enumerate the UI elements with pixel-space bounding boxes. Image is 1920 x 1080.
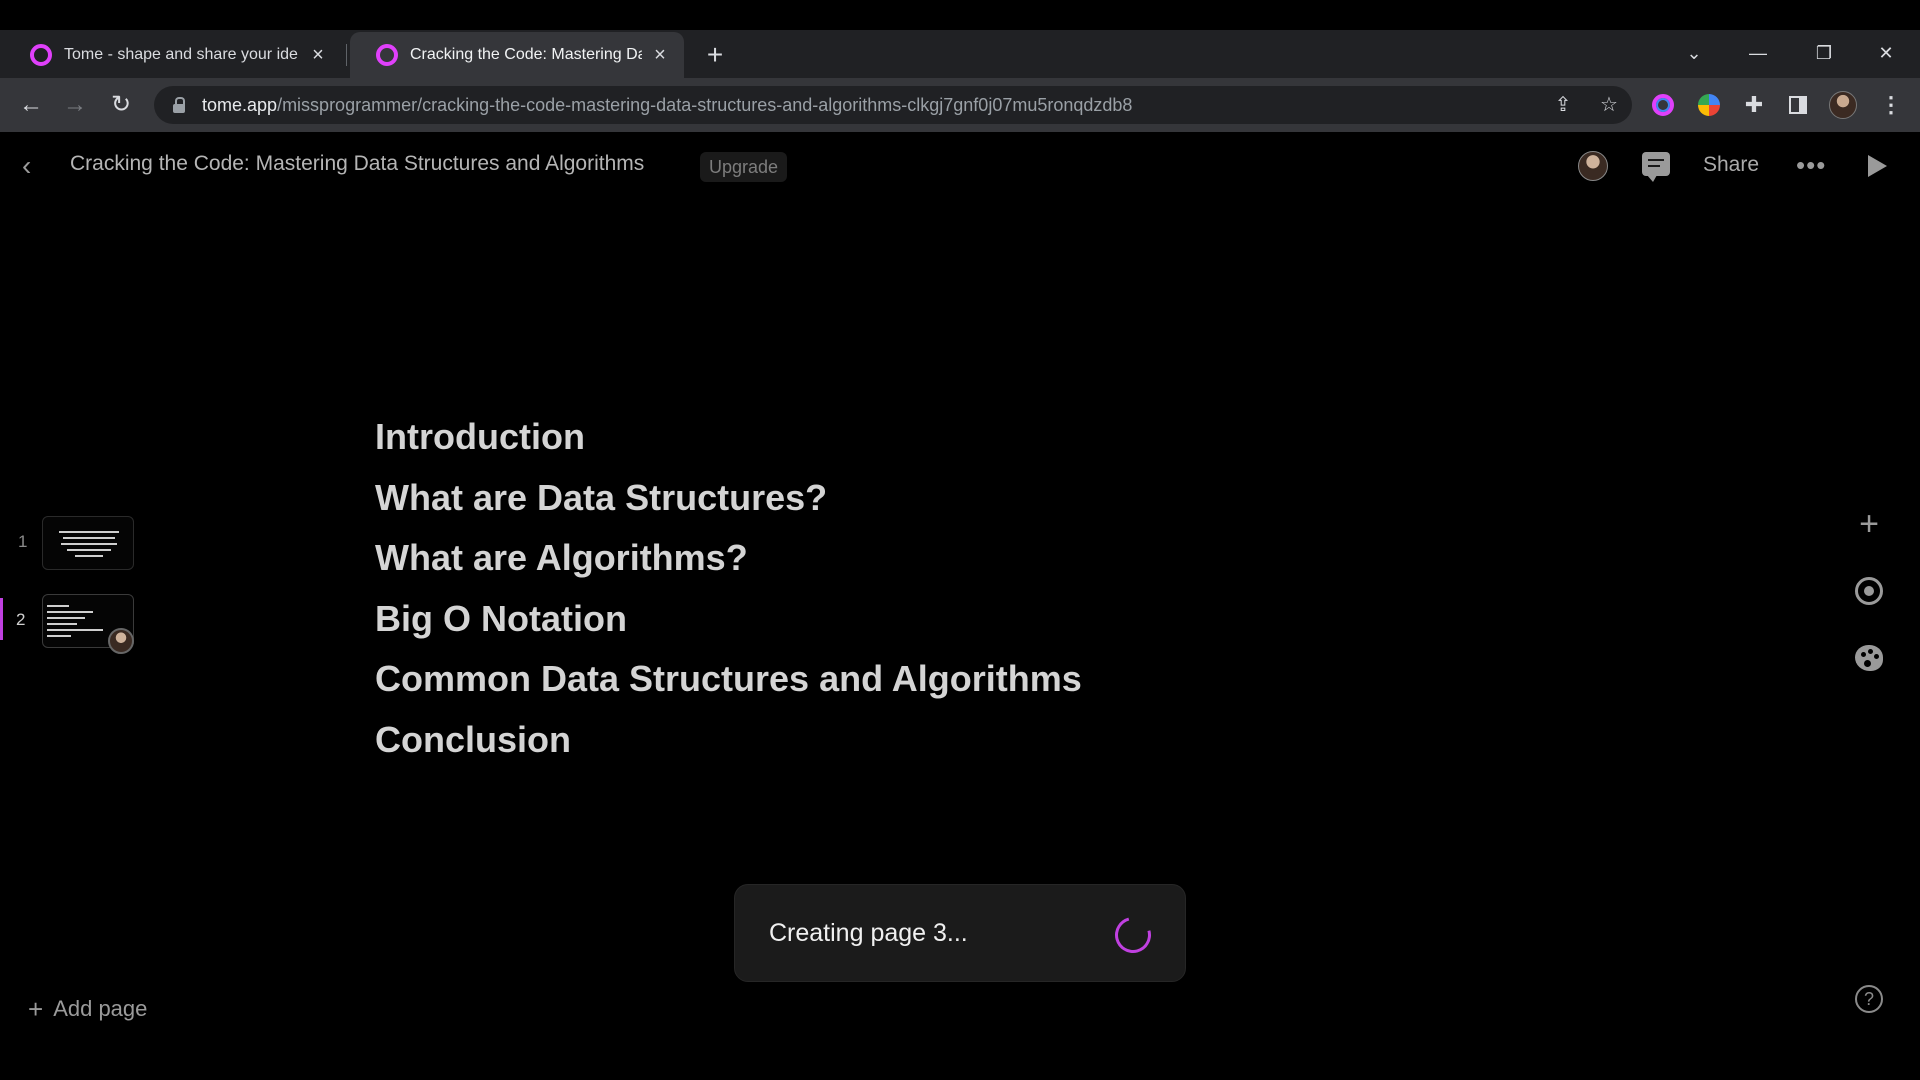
agenda-item[interactable]: Big O Notation — [375, 592, 1082, 653]
thumbnail-number: 2 — [16, 610, 26, 629]
more-options-icon[interactable]: ••• — [1796, 150, 1826, 181]
thumbnail-number: 1 — [18, 532, 28, 551]
browser-menu-kebab-icon[interactable]: ⋮ — [1876, 90, 1906, 120]
share-button[interactable]: Share — [1703, 153, 1759, 177]
share-page-icon[interactable]: ⇪ — [1548, 90, 1578, 120]
agenda-item[interactable]: Common Data Structures and Algorithms — [375, 652, 1082, 713]
url-text: tome.app/missprogrammer/cracking-the-cod… — [202, 95, 1132, 116]
tab-separator — [346, 44, 347, 66]
editor-avatar — [108, 628, 134, 654]
toast-message: Creating page 3... — [769, 918, 968, 947]
close-tab-icon[interactable]: × — [308, 44, 328, 66]
profile-avatar[interactable] — [1828, 90, 1858, 120]
url-host: tome.app — [202, 94, 278, 115]
bookmark-star-icon[interactable]: ☆ — [1594, 90, 1624, 120]
comment-icon[interactable] — [1642, 152, 1670, 182]
extensions-puzzle-icon[interactable]: ✚ — [1739, 90, 1769, 120]
document-title[interactable]: Cracking the Code: Mastering Data Struct… — [70, 152, 644, 176]
active-slide-indicator — [0, 598, 3, 640]
restore-icon[interactable]: ❐ — [1804, 36, 1844, 70]
agenda-item[interactable]: What are Data Structures? — [375, 471, 1082, 532]
tab-search-chevron-icon[interactable]: ⌄ — [1674, 36, 1714, 70]
help-question-icon[interactable]: ? — [1852, 982, 1886, 1016]
tome-favicon-icon — [30, 44, 52, 66]
address-bar[interactable]: tome.app/missprogrammer/cracking-the-cod… — [154, 86, 1632, 124]
present-play-icon[interactable] — [1868, 155, 1887, 177]
agenda-item[interactable]: Conclusion — [375, 713, 1082, 774]
tome-favicon-icon — [376, 44, 398, 66]
lock-icon[interactable] — [172, 97, 186, 113]
browser-tab-cracking-the-code[interactable]: Cracking the Code: Mastering Da × — [350, 32, 684, 78]
slide-agenda-list[interactable]: Introduction What are Data Structures? W… — [375, 410, 1082, 773]
browser-toolbar: ← → ↻ tome.app/missprogrammer/cracking-t… — [0, 78, 1920, 132]
minimize-icon[interactable]: — — [1738, 36, 1778, 70]
theme-palette-icon[interactable] — [1852, 641, 1886, 675]
browser-tab-strip: Tome - shape and share your ide × Cracki… — [0, 30, 1920, 78]
plus-icon: + — [28, 994, 44, 1024]
new-tab-icon[interactable]: + — [700, 40, 730, 70]
tome-extension-icon[interactable] — [1648, 90, 1678, 120]
collaborator-avatar[interactable] — [1578, 151, 1608, 181]
side-panel-icon[interactable] — [1783, 90, 1813, 120]
close-tab-icon[interactable]: × — [650, 44, 670, 66]
record-icon[interactable] — [1852, 574, 1886, 608]
color-extension-icon[interactable] — [1694, 90, 1724, 120]
forward-arrow-icon[interactable]: → — [60, 90, 90, 120]
chevron-left-icon[interactable]: ‹ — [22, 150, 50, 182]
add-page-label: Add page — [53, 996, 148, 1021]
close-window-icon[interactable]: ✕ — [1866, 36, 1906, 70]
add-tile-plus-icon[interactable]: + — [1852, 507, 1886, 541]
browser-tab-tome-home[interactable]: Tome - shape and share your ide × — [4, 32, 342, 78]
agenda-item[interactable]: What are Algorithms? — [375, 531, 1082, 592]
reload-icon[interactable]: ↻ — [106, 90, 136, 120]
tab-title: Tome - shape and share your ide — [64, 46, 298, 63]
agenda-item[interactable]: Introduction — [375, 410, 1082, 471]
upgrade-badge[interactable]: Upgrade — [700, 152, 788, 182]
add-page-button[interactable]: + Add page — [28, 996, 147, 1022]
creating-page-toast: Creating page 3... — [734, 884, 1186, 982]
back-arrow-icon[interactable]: ← — [16, 90, 46, 120]
slide-thumbnail-1[interactable] — [42, 516, 134, 570]
tab-title: Cracking the Code: Mastering Da — [410, 46, 642, 63]
loading-spinner-icon — [1108, 910, 1158, 960]
url-path: /missprogrammer/cracking-the-code-master… — [277, 94, 1133, 115]
